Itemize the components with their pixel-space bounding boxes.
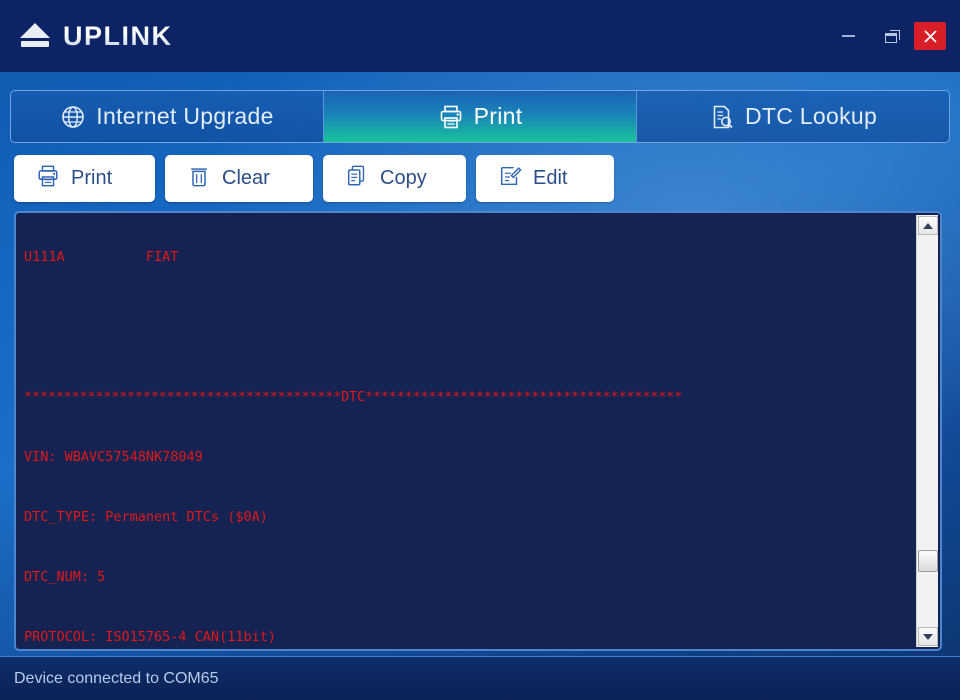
chevron-down-icon [923, 633, 933, 640]
print-button[interactable]: Print [14, 155, 155, 202]
tab-label-internet-upgrade: Internet Upgrade [96, 103, 274, 129]
globe-icon [60, 104, 86, 130]
printer-icon [438, 104, 464, 130]
print-button-label: Print [71, 167, 113, 189]
close-button[interactable] [914, 22, 946, 50]
copy-button[interactable]: Copy [323, 155, 466, 202]
app-logo: UPLINK [20, 21, 173, 52]
clipped-top-line: U111A FIAT [24, 249, 179, 265]
minimize-button[interactable] [826, 0, 870, 72]
report-text: U111A FIAT *****************************… [24, 213, 910, 649]
trash-icon [187, 164, 211, 194]
minimize-icon [841, 35, 855, 37]
scroll-up-button[interactable] [918, 216, 938, 235]
protocol-line: PROTOCOL: ISO15765-4 CAN(11bit) [24, 629, 276, 645]
copy-button-label: Copy [380, 167, 427, 189]
clear-button[interactable]: Clear [165, 155, 313, 202]
copy-icon [345, 164, 369, 194]
printer-icon [36, 164, 60, 194]
uplink-triangle-icon [20, 23, 50, 49]
scroll-down-button[interactable] [918, 627, 938, 646]
blank-space [24, 307, 910, 347]
dtc-num-line: DTC_NUM: 5 [24, 569, 106, 585]
title-bar: UPLINK [0, 0, 960, 72]
action-toolbar: Print Clear Copy Edit [14, 155, 614, 202]
dtc-separator: ****************************************… [24, 389, 682, 405]
close-icon [923, 29, 937, 43]
report-text-panel[interactable]: U111A FIAT *****************************… [14, 211, 942, 651]
restore-icon [884, 29, 900, 43]
connection-status-text: Device connected to COM65 [14, 669, 219, 687]
tab-internet-upgrade[interactable]: Internet Upgrade [11, 91, 324, 142]
tab-print[interactable]: Print [324, 91, 637, 142]
chevron-up-icon [923, 222, 933, 229]
tab-bar: Internet Upgrade Print DTC Lookup [10, 90, 950, 143]
vertical-scrollbar[interactable] [916, 215, 938, 647]
clear-button-label: Clear [222, 167, 270, 189]
app-window: UPLINK Internet Upgrade Print DTC Lookup… [0, 0, 960, 700]
tab-label-dtc-lookup: DTC Lookup [744, 103, 878, 129]
document-search-icon [709, 104, 735, 130]
vin-line: VIN: WBAVC57548NK78049 [24, 449, 203, 465]
edit-button-label: Edit [533, 167, 568, 189]
app-title: UPLINK [63, 20, 173, 51]
dtc-type-line: DTC_TYPE: Permanent DTCs ($0A) [24, 509, 268, 525]
edit-button[interactable]: Edit [476, 155, 614, 202]
scrollbar-thumb[interactable] [918, 550, 938, 572]
status-bar: Device connected to COM65 [0, 656, 960, 700]
window-controls [826, 0, 960, 72]
tab-label-print: Print [473, 103, 523, 129]
restore-button[interactable] [870, 0, 914, 72]
edit-icon [498, 164, 522, 194]
tab-dtc-lookup[interactable]: DTC Lookup [637, 91, 949, 142]
